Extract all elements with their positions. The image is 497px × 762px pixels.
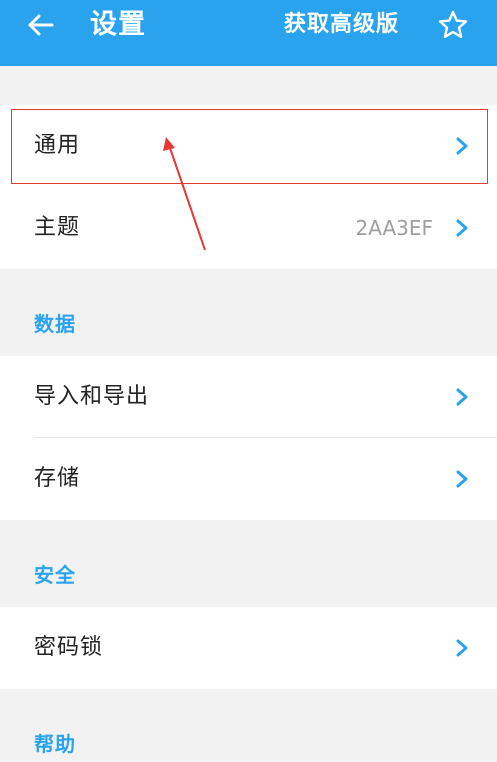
settings-item-general[interactable]: 通用 (0, 105, 497, 187)
settings-item-label: 导入和导出 (34, 384, 150, 409)
settings-item-theme[interactable]: 主题 2AA3EF (0, 187, 497, 269)
chevron-right-icon (456, 388, 468, 406)
chevron-right-icon (456, 137, 468, 155)
section-header-help: 帮助 (34, 732, 76, 756)
star-outline-icon (438, 10, 468, 38)
settings-item-label: 密码锁 (34, 635, 104, 660)
data-settings-group: 导入和导出 存储 (0, 356, 497, 520)
security-settings-group: 密码锁 (0, 607, 497, 689)
settings-item-label: 通用 (34, 133, 81, 158)
favorite-button[interactable] (433, 6, 473, 44)
settings-item-label: 主题 (34, 215, 81, 240)
get-premium-button[interactable]: 获取高级版 (284, 0, 399, 50)
app-bar: 设置 获取高级版 (0, 0, 497, 66)
settings-item-import-export[interactable]: 导入和导出 (0, 356, 497, 438)
arrow-left-icon (28, 14, 54, 36)
settings-item-passcode-lock[interactable]: 密码锁 (0, 607, 497, 689)
chevron-right-icon (456, 219, 468, 237)
chevron-right-icon (456, 470, 468, 488)
general-settings-group: 通用 主题 2AA3EF (0, 105, 497, 269)
chevron-right-icon (456, 639, 468, 657)
theme-color-value: 2AA3EF (355, 216, 433, 240)
back-button[interactable] (20, 8, 60, 42)
settings-item-storage[interactable]: 存储 (0, 438, 497, 520)
page-title: 设置 (90, 9, 146, 40)
section-header-security: 安全 (34, 563, 76, 587)
section-header-data: 数据 (34, 312, 76, 336)
settings-item-label: 存储 (34, 466, 81, 491)
